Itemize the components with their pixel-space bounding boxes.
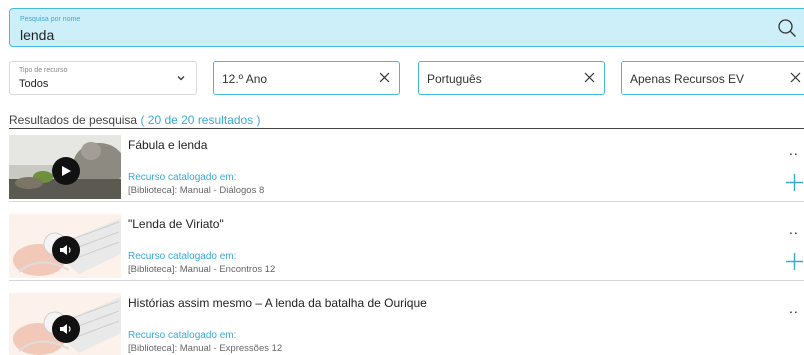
result-title[interactable]: "Lenda de Viriato" — [128, 217, 224, 231]
resource-type-label: Tipo de recurso — [19, 67, 68, 74]
play-icon[interactable] — [52, 157, 80, 185]
catalog-source: [Biblioteca]: Manual - Diálogos 8 — [128, 185, 265, 196]
filter-chip-label: 12.º Ano — [222, 72, 268, 86]
close-icon[interactable] — [584, 72, 595, 83]
result-row[interactable]: "Lenda de Viriato" Recurso catalogado em… — [9, 209, 804, 281]
result-thumbnail[interactable] — [9, 135, 121, 199]
more-options-icon[interactable]: .. — [789, 142, 799, 158]
results-title: Resultados de pesquisa — [9, 113, 138, 127]
add-icon[interactable] — [785, 252, 804, 271]
add-icon[interactable] — [785, 173, 804, 192]
more-options-icon[interactable]: .. — [789, 221, 799, 237]
chevron-down-icon — [177, 76, 185, 81]
results-count: ( 20 de 20 resultados ) — [140, 113, 261, 127]
speaker-icon[interactable] — [52, 315, 80, 343]
resource-type-value: Todos — [19, 78, 49, 90]
catalog-label: Recurso catalogado em: — [128, 330, 237, 341]
more-options-icon[interactable]: .. — [789, 300, 799, 316]
filter-chip-label: Português — [427, 72, 482, 86]
results-heading: Resultados de pesquisa ( 20 de 20 result… — [9, 113, 261, 127]
catalog-source: [Biblioteca]: Manual - Encontros 12 — [128, 264, 276, 275]
search-box[interactable]: Pesquisa por nome lenda — [9, 8, 804, 47]
search-input[interactable]: lenda — [20, 27, 54, 43]
speaker-icon[interactable] — [52, 236, 80, 264]
catalog-source: [Biblioteca]: Manual - Expressões 12 — [128, 343, 283, 354]
result-thumbnail[interactable] — [9, 214, 121, 278]
filter-chip-year: 12.º Ano — [213, 61, 400, 95]
resource-type-select[interactable]: Tipo de recurso Todos — [9, 61, 197, 95]
search-label: Pesquisa por nome — [20, 16, 81, 23]
catalog-label: Recurso catalogado em: — [128, 251, 237, 262]
close-icon[interactable] — [790, 72, 801, 83]
result-thumbnail[interactable] — [9, 293, 121, 355]
filter-chip-subject: Português — [418, 61, 605, 95]
result-title[interactable]: Fábula e lenda — [128, 138, 207, 152]
result-row[interactable]: Histórias assim mesmo – A lenda da batal… — [9, 288, 804, 355]
filter-chip-label: Apenas Recursos EV — [630, 72, 745, 86]
close-icon[interactable] — [379, 72, 390, 83]
filter-chip-ev: Apenas Recursos EV — [621, 61, 804, 95]
catalog-label: Recurso catalogado em: — [128, 172, 237, 183]
result-title[interactable]: Histórias assim mesmo – A lenda da batal… — [128, 296, 427, 310]
search-icon[interactable] — [777, 18, 797, 38]
result-row[interactable]: Fábula e lenda Recurso catalogado em: [B… — [9, 130, 804, 202]
results-divider — [9, 128, 804, 129]
